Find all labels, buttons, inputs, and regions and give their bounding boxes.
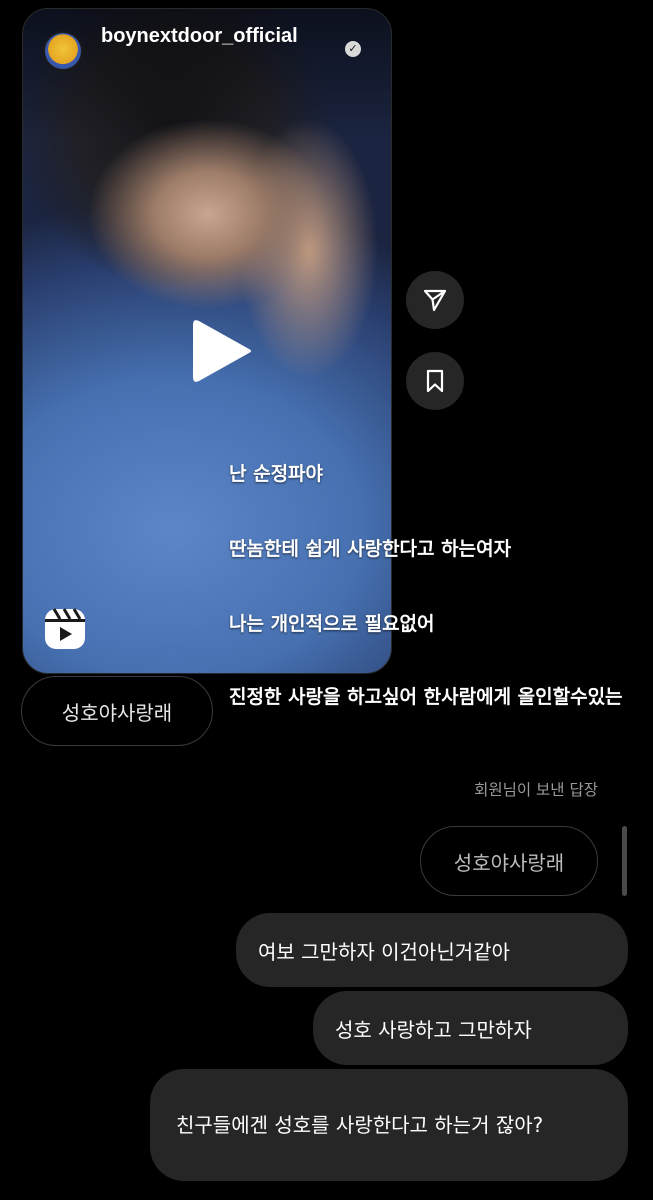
account-name[interactable]: boynextdoor_official xyxy=(101,23,331,49)
reel-preview[interactable]: boynextdoor_official ✓ xyxy=(22,8,392,674)
paper-plane-icon xyxy=(423,289,447,312)
message-bubble[interactable]: 친구들에겐 성호를 사랑한다고 하는거 잖아? xyxy=(150,1069,628,1181)
replied-chip[interactable]: 성호야사랑래 xyxy=(420,826,598,896)
message-bubble[interactable]: 여보 그만하자 이건아닌거같아 xyxy=(236,913,628,987)
scrollbar[interactable] xyxy=(622,826,627,896)
message-bubble[interactable]: 성호 사랑하고 그만하자 xyxy=(313,991,628,1065)
verified-badge-icon: ✓ xyxy=(345,41,361,57)
caption-line: 나는 개인적으로 필요없어 xyxy=(229,613,435,635)
bookmark-icon xyxy=(426,369,444,393)
share-button[interactable] xyxy=(406,271,464,329)
caption-line: 진정한 사랑을 하고싶어 한사람에게 올인할수있는 xyxy=(229,686,623,708)
account-avatar[interactable] xyxy=(43,31,83,71)
story-reply-chip[interactable]: 성호야사랑래 xyxy=(21,676,213,746)
reply-label: 회원님이 보낸 답장 xyxy=(474,781,598,799)
save-button[interactable] xyxy=(406,352,464,410)
caption-line: 딴놈한테 쉽게 사랑한다고 하는여자 xyxy=(229,538,512,560)
play-icon[interactable] xyxy=(185,315,257,387)
caption-line: 난 순정파야 xyxy=(229,463,324,485)
reels-icon[interactable] xyxy=(43,607,87,651)
